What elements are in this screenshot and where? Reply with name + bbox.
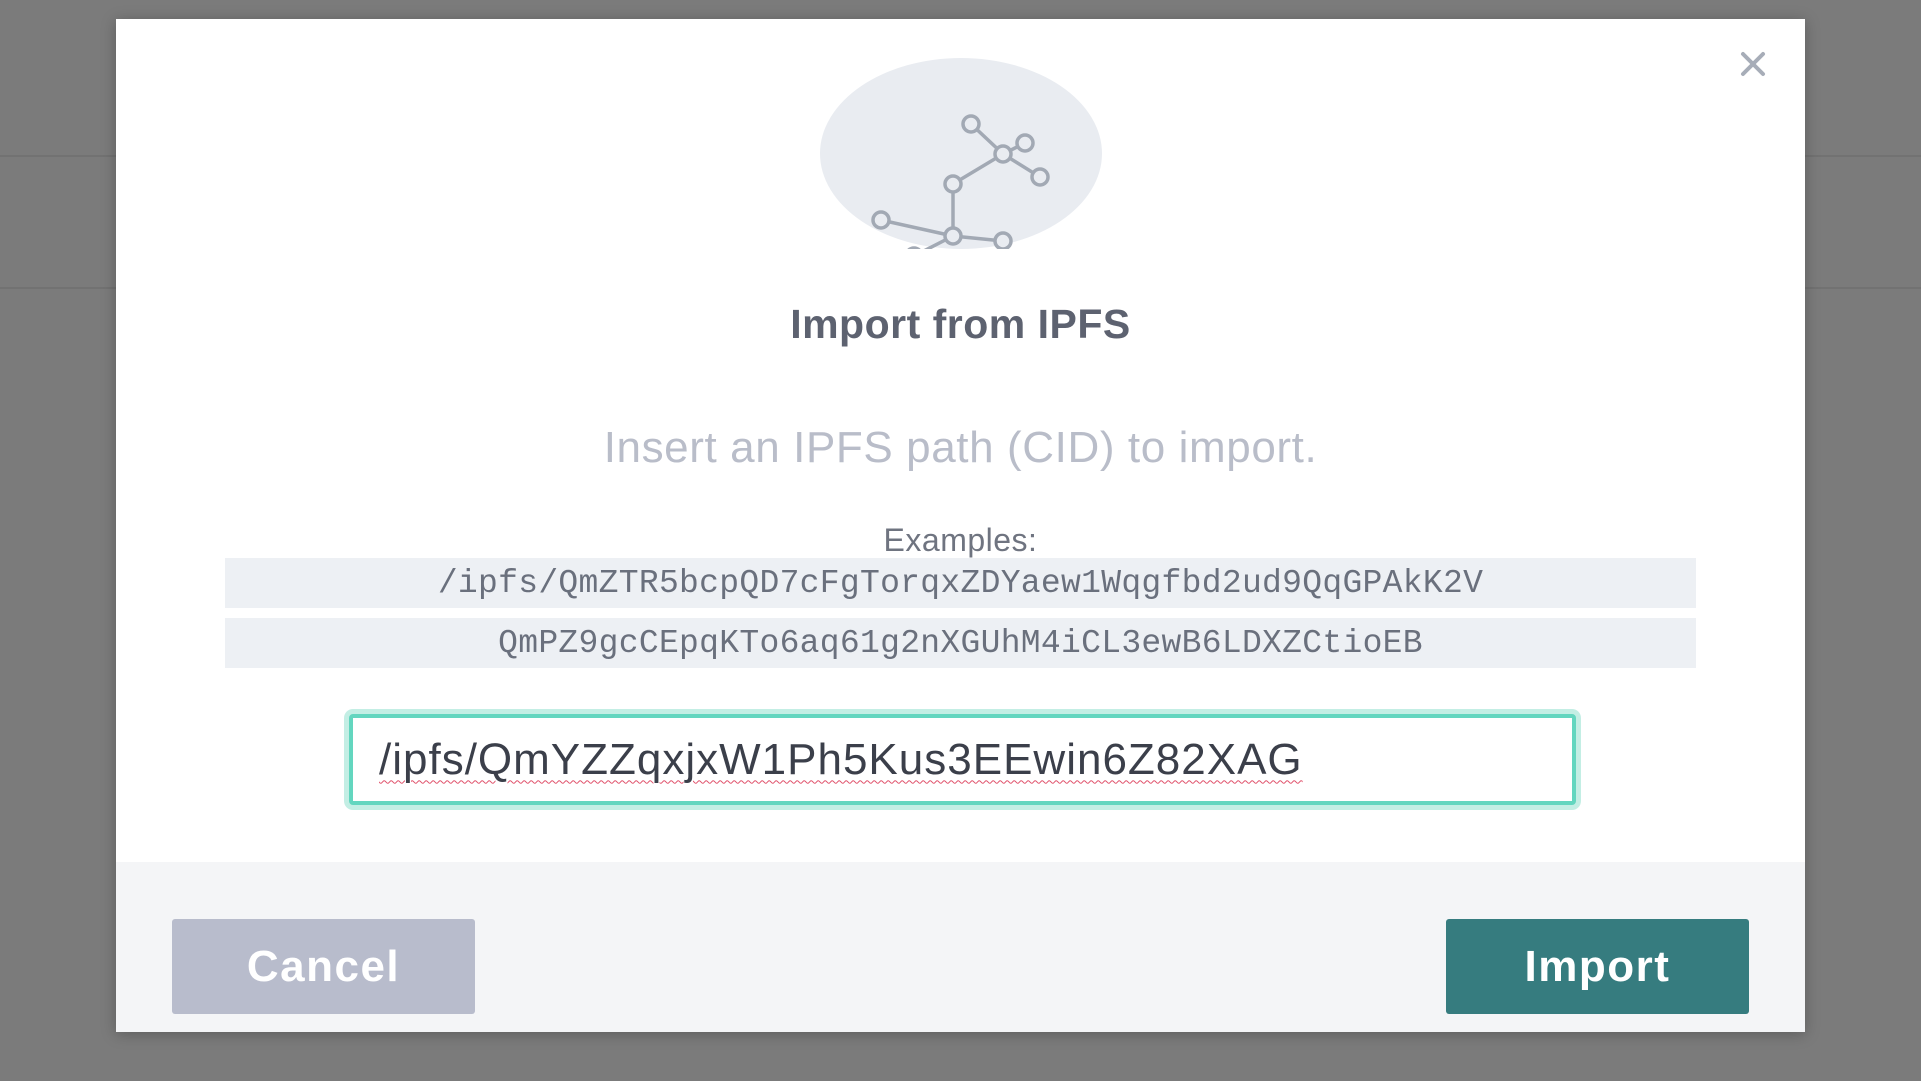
import-from-ipfs-dialog: Import from IPFS Insert an IPFS path (CI… [116,19,1805,1032]
close-button[interactable] [1728,39,1778,89]
close-icon [1741,52,1765,76]
cancel-button[interactable]: Cancel [172,919,475,1014]
ipfs-graph-icon [820,58,1102,249]
import-button[interactable]: Import [1446,919,1749,1014]
dialog-subtitle: Insert an IPFS path (CID) to import. [603,423,1318,472]
example-cid[interactable]: QmPZ9gcCEpqKTo6aq61g2nXGUhM4iCL3ewB6LDXZ… [225,618,1696,668]
example-path[interactable]: /ipfs/QmZTR5bcpQD7cFgTorqxZDYaew1Wqgfbd2… [225,558,1696,608]
examples-label: Examples: [883,522,1038,558]
dialog-title: Import from IPFS [790,301,1131,347]
ipfs-path-input[interactable] [349,714,1576,805]
dialog-footer: Cancel Import [116,862,1805,1032]
